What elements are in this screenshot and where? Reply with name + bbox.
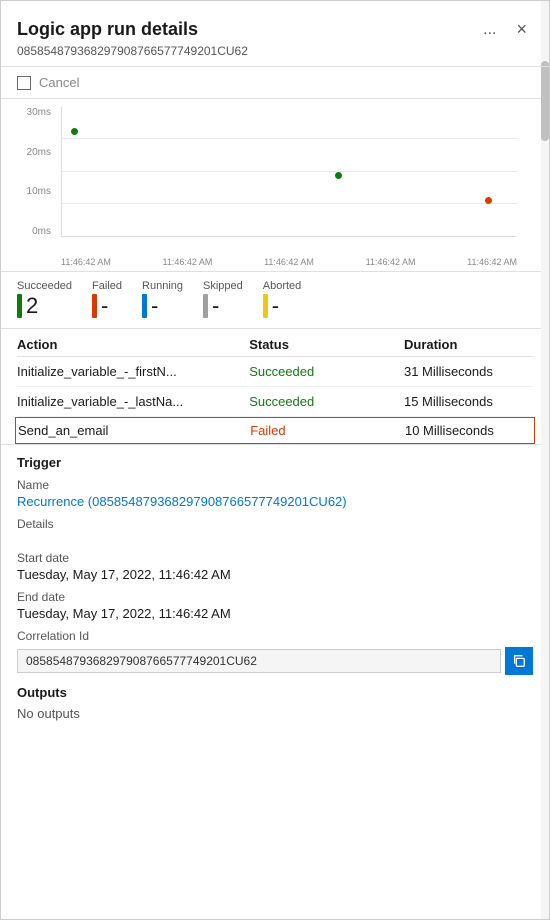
chart-area: 30ms 20ms 10ms 0ms 11:46:42 AM 11:46:42 … bbox=[25, 107, 525, 267]
badge-running-label: Running bbox=[142, 280, 183, 292]
correlation-input[interactable] bbox=[17, 649, 501, 673]
badge-succeeded: Succeeded 2 bbox=[17, 280, 72, 318]
count-skipped: - bbox=[212, 295, 219, 317]
copy-button[interactable] bbox=[505, 647, 533, 675]
chart-y-labels: 30ms 20ms 10ms 0ms bbox=[25, 107, 55, 237]
x-label-4: 11:46:42 AM bbox=[366, 257, 416, 267]
x-label-5: 11:46:42 AM bbox=[467, 257, 517, 267]
count-succeeded: 2 bbox=[26, 295, 38, 317]
chart-plot bbox=[61, 107, 517, 237]
bar-aborted bbox=[263, 294, 268, 318]
badge-failed-label: Failed bbox=[92, 280, 122, 292]
close-button[interactable]: × bbox=[510, 17, 533, 42]
badge-aborted-label: Aborted bbox=[263, 280, 302, 292]
y-label-10: 10ms bbox=[25, 186, 55, 197]
panel: Logic app run details ... × 085854879368… bbox=[0, 0, 550, 920]
correlation-row bbox=[17, 647, 533, 675]
col-header-action: Action bbox=[17, 337, 249, 352]
col-header-duration: Duration bbox=[404, 337, 533, 352]
chart-dot-2 bbox=[335, 172, 342, 179]
correlation-label: Correlation Id bbox=[17, 629, 533, 643]
ellipsis-button[interactable]: ... bbox=[477, 19, 502, 41]
header-actions: ... × bbox=[477, 17, 533, 42]
bar-running bbox=[142, 294, 147, 318]
bar-failed bbox=[92, 294, 97, 318]
grid-line-30 bbox=[62, 138, 517, 139]
table-header: Action Status Duration bbox=[17, 329, 533, 357]
status-badges: Succeeded 2 Failed - Running - Skipped bbox=[1, 272, 549, 329]
cell-action-2: Initialize_variable_-_lastNa... bbox=[17, 394, 249, 409]
y-label-30: 30ms bbox=[25, 107, 55, 118]
header: Logic app run details ... × 085854879368… bbox=[1, 1, 549, 67]
badge-succeeded-label: Succeeded bbox=[17, 280, 72, 292]
badge-skipped-label: Skipped bbox=[203, 280, 243, 292]
badge-aborted: Aborted - bbox=[263, 280, 302, 318]
cell-duration-1: 31 Milliseconds bbox=[404, 364, 533, 379]
no-outputs-text: No outputs bbox=[17, 706, 533, 721]
end-date-value: Tuesday, May 17, 2022, 11:46:42 AM bbox=[17, 606, 533, 621]
table-section: Action Status Duration Initialize_variab… bbox=[1, 329, 549, 445]
count-aborted: - bbox=[272, 295, 279, 317]
count-running: - bbox=[151, 295, 158, 317]
chart-section: 30ms 20ms 10ms 0ms 11:46:42 AM 11:46:42 … bbox=[1, 99, 549, 272]
table-row-failed[interactable]: Send_an_email Failed 10 Milliseconds bbox=[15, 417, 535, 444]
bar-succeeded bbox=[17, 294, 22, 318]
trigger-section: Trigger Name Recurrence (085854879368297… bbox=[1, 445, 549, 531]
chart-x-labels: 11:46:42 AM 11:46:42 AM 11:46:42 AM 11:4… bbox=[61, 257, 517, 267]
cell-status-3: Failed bbox=[250, 423, 405, 438]
chart-dot-1 bbox=[71, 128, 78, 135]
badge-failed: Failed - bbox=[92, 280, 122, 318]
x-label-3: 11:46:42 AM bbox=[264, 257, 314, 267]
trigger-details-label: Details bbox=[17, 517, 533, 531]
grid-line-10 bbox=[62, 203, 517, 204]
copy-icon bbox=[512, 654, 526, 668]
outputs-section: Outputs No outputs bbox=[1, 675, 549, 737]
col-header-status: Status bbox=[249, 337, 404, 352]
cell-status-2: Succeeded bbox=[249, 394, 404, 409]
trigger-name-label: Name bbox=[17, 478, 533, 492]
end-date-label: End date bbox=[17, 590, 533, 604]
y-label-0: 0ms bbox=[25, 226, 55, 237]
cancel-label: Cancel bbox=[39, 75, 79, 90]
bar-skipped bbox=[203, 294, 208, 318]
y-label-20: 20ms bbox=[25, 147, 55, 158]
run-id: 085854879368297908766577749201CU62 bbox=[17, 44, 533, 58]
cell-duration-2: 15 Milliseconds bbox=[404, 394, 533, 409]
cell-action-3: Send_an_email bbox=[18, 423, 250, 438]
chart-dot-3 bbox=[485, 197, 492, 204]
cell-duration-3: 10 Milliseconds bbox=[405, 423, 534, 438]
scrollbar-track[interactable] bbox=[541, 1, 549, 919]
cell-action-1: Initialize_variable_-_firstN... bbox=[17, 364, 249, 379]
x-label-2: 11:46:42 AM bbox=[163, 257, 213, 267]
cancel-row: Cancel bbox=[1, 67, 549, 99]
start-date-label: Start date bbox=[17, 551, 533, 565]
details-section: Start date Tuesday, May 17, 2022, 11:46:… bbox=[1, 533, 549, 675]
scrollbar-thumb[interactable] bbox=[541, 61, 549, 141]
badge-skipped: Skipped - bbox=[203, 280, 243, 318]
x-label-1: 11:46:42 AM bbox=[61, 257, 111, 267]
trigger-name-value[interactable]: Recurrence (0858548793682979087665777492… bbox=[17, 494, 347, 509]
table-row[interactable]: Initialize_variable_-_firstN... Succeede… bbox=[17, 357, 533, 387]
panel-title: Logic app run details bbox=[17, 19, 198, 40]
cell-status-1: Succeeded bbox=[249, 364, 404, 379]
cancel-checkbox[interactable] bbox=[17, 76, 31, 90]
grid-line-20 bbox=[62, 171, 517, 172]
outputs-title: Outputs bbox=[17, 685, 533, 700]
start-date-value: Tuesday, May 17, 2022, 11:46:42 AM bbox=[17, 567, 533, 582]
trigger-title: Trigger bbox=[17, 455, 533, 470]
table-row[interactable]: Initialize_variable_-_lastNa... Succeede… bbox=[17, 387, 533, 417]
badge-running: Running - bbox=[142, 280, 183, 318]
count-failed: - bbox=[101, 295, 108, 317]
